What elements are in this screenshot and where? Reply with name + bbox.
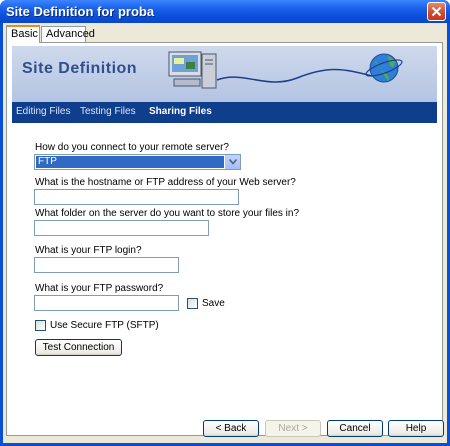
folder-label: What folder on the server do you want to…	[35, 208, 300, 219]
nav-item-editing-files[interactable]: Editing Files	[16, 106, 70, 117]
test-connection-button[interactable]: Test Connection	[35, 339, 122, 356]
banner-graphic	[168, 51, 403, 89]
help-button[interactable]: Help	[388, 420, 444, 437]
save-password-label: Save	[202, 298, 225, 309]
sftp-label: Use Secure FTP (SFTP)	[50, 320, 159, 331]
next-button: Next >	[265, 420, 321, 437]
save-password-checkbox[interactable]	[187, 298, 198, 309]
login-label: What is your FTP login?	[35, 245, 142, 256]
close-button[interactable]	[427, 2, 446, 21]
password-input[interactable]	[34, 295, 179, 311]
computer-icon	[168, 51, 217, 89]
tab-basic[interactable]: Basic	[6, 25, 40, 43]
section-nav: Editing Files Testing Files Sharing File…	[12, 102, 437, 123]
dropdown-button[interactable]	[225, 155, 240, 169]
login-input[interactable]	[34, 257, 179, 273]
window-title: Site Definition for proba	[6, 4, 155, 19]
chevron-down-icon	[229, 159, 237, 165]
host-label: What is the hostname or FTP address of y…	[35, 177, 296, 188]
sftp-checkbox[interactable]	[35, 320, 46, 331]
dialog-window: Site Definition for proba Basic Advanced…	[0, 0, 450, 446]
nav-item-sharing-files[interactable]: Sharing Files	[149, 106, 212, 117]
banner: Site Definition	[12, 46, 437, 102]
globe-icon	[365, 53, 403, 83]
close-icon	[431, 6, 442, 17]
title-bar[interactable]: Site Definition for proba	[0, 0, 450, 23]
tab-panel: Site Definition Editing Files Testing Fi…	[6, 42, 444, 437]
folder-input[interactable]	[34, 220, 209, 236]
password-label: What is your FTP password?	[35, 283, 164, 294]
tab-advanced[interactable]: Advanced	[41, 26, 95, 42]
dialog-body: Basic Advanced Site Definition Editing F…	[3, 23, 447, 443]
connect-label: How do you connect to your remote server…	[35, 142, 229, 153]
host-input[interactable]	[34, 189, 239, 205]
back-button[interactable]: < Back	[203, 420, 259, 437]
cancel-button[interactable]: Cancel	[327, 420, 383, 437]
connection-type-select[interactable]: FTP	[34, 154, 241, 170]
connection-type-value: FTP	[36, 156, 224, 168]
nav-item-testing-files[interactable]: Testing Files	[80, 106, 136, 117]
